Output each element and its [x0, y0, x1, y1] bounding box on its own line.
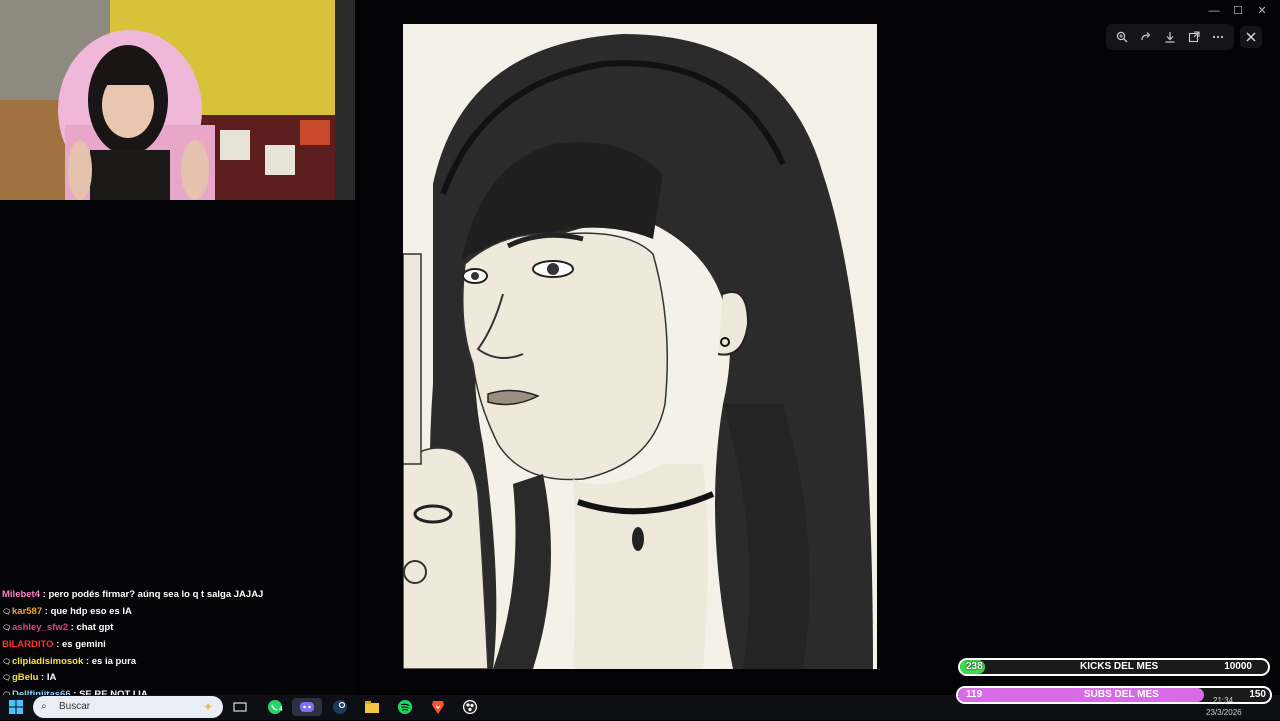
chat-text: que hdp eso es IA [50, 605, 132, 617]
discord-icon[interactable] [292, 698, 322, 716]
more-icon[interactable] [1209, 28, 1227, 46]
chat-username[interactable]: gBelu [12, 672, 38, 683]
minimize-button[interactable]: — [1202, 2, 1226, 20]
clock-time: 21:34 [1213, 696, 1234, 705]
chat-username[interactable]: ashley_sfw2 [12, 622, 68, 633]
chat-message: 🗨clipiadisimosok : es ia pura [2, 654, 352, 671]
kicks-current: 238 [966, 661, 983, 672]
whatsapp-icon[interactable]: 4 [265, 698, 285, 716]
taskbar-search[interactable]: ⌕ Buscar ✦ [33, 696, 223, 718]
chat-text: IA [46, 672, 57, 684]
window-controls: — ☐ ✕ [1202, 2, 1274, 20]
portrait-drawing [403, 24, 877, 669]
close-icon [1246, 32, 1256, 42]
chat-badge-icon: 🗨 [2, 658, 11, 666]
chat-message: 🗨ashley_sfw2 : chat gpt [2, 620, 352, 637]
kicks-goal-bar: 238 KICKS DEL MES 10000 [958, 658, 1270, 676]
kicks-target: 10000 [1224, 661, 1252, 672]
webcam-scene [0, 0, 355, 200]
brave-icon[interactable] [428, 698, 448, 716]
chat-text: pero podés firmar? aúnq sea lo q t salga… [48, 589, 264, 600]
chat-separator: : [53, 639, 62, 651]
maximize-button[interactable]: ☐ [1226, 2, 1250, 20]
clock-date: 23/3/2026 [1206, 708, 1242, 717]
chat-username[interactable]: BILARDITO [2, 639, 54, 650]
obs-icon[interactable] [460, 698, 480, 716]
chat-badge-icon: 🗨 [2, 608, 11, 616]
chat-message: BILARDITO : es gemini [2, 637, 352, 654]
chat-message: Milebet4 : pero podés firmar? aúnq sea l… [2, 587, 352, 604]
pencil-sketch-portrait [403, 24, 877, 669]
spotify-icon[interactable] [395, 698, 415, 716]
webcam-overlay [0, 0, 355, 200]
chat-badge-icon: 🗨 [2, 625, 11, 633]
chat-username[interactable]: Milebet4 [2, 589, 40, 600]
chat-username[interactable]: clipiadisimosok [12, 656, 83, 667]
open-external-icon[interactable] [1185, 28, 1203, 46]
sparkle-icon: ✦ [202, 700, 213, 714]
chat-text: chat gpt [76, 622, 114, 634]
start-button[interactable] [2, 698, 30, 716]
windows-icon [9, 700, 23, 714]
subs-label: SUBS DEL MES [1084, 689, 1159, 700]
download-icon[interactable] [1161, 28, 1179, 46]
subs-progress-fill [958, 688, 1205, 702]
steam-icon[interactable] [330, 698, 350, 716]
search-label: Buscar [59, 701, 91, 712]
chat-username[interactable]: kar587 [12, 606, 42, 617]
zoom-in-icon[interactable] [1113, 28, 1131, 46]
chat-text: es gemini [62, 639, 106, 651]
chat-text: es ia pura [91, 655, 137, 667]
chat-separator: : [83, 655, 92, 667]
viewer-close-button[interactable] [1240, 26, 1262, 48]
chat-message: 🗨gBelu : IA [2, 670, 352, 687]
chat-message: 🗨kar587 : que hdp eso es IA [2, 604, 352, 621]
whatsapp-badge: 4 [279, 706, 283, 713]
viewer-toolbar [1106, 24, 1234, 50]
chat-separator: : [38, 672, 47, 684]
chat-badge-icon: 🗨 [2, 675, 11, 683]
search-icon: ⌕ [41, 701, 47, 712]
task-view-icon[interactable] [230, 698, 250, 716]
subs-target: 150 [1249, 689, 1266, 700]
rotate-icon[interactable] [1137, 28, 1155, 46]
kicks-label: KICKS DEL MES [1080, 661, 1159, 672]
chat-separator: : [42, 605, 51, 617]
subs-current: 119 [966, 689, 983, 700]
window-close-button[interactable]: ✕ [1250, 2, 1274, 20]
file-explorer-icon[interactable] [362, 698, 382, 716]
